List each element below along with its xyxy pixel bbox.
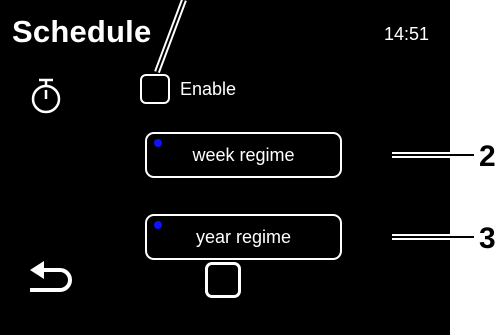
back-arrow-icon[interactable] xyxy=(24,258,74,294)
callout-number-2: 2 xyxy=(479,140,496,173)
device-screen: Schedule 14:51 Enable week regime year r… xyxy=(0,0,450,335)
status-dot xyxy=(154,221,162,229)
year-regime-label: year regime xyxy=(195,226,292,247)
week-regime-label: week regime xyxy=(192,144,295,165)
status-dot xyxy=(154,139,162,147)
week-regime-button[interactable]: week regime xyxy=(145,132,342,178)
year-regime-button[interactable]: year regime xyxy=(145,214,342,260)
enable-checkbox[interactable] xyxy=(140,74,170,104)
callout-number-3: 3 xyxy=(479,222,496,255)
page-title: Schedule xyxy=(12,14,152,49)
clock-time: 14:51 xyxy=(384,24,430,44)
stopwatch-icon xyxy=(31,78,61,114)
enable-label: Enable xyxy=(180,79,237,99)
home-button[interactable] xyxy=(205,262,241,298)
